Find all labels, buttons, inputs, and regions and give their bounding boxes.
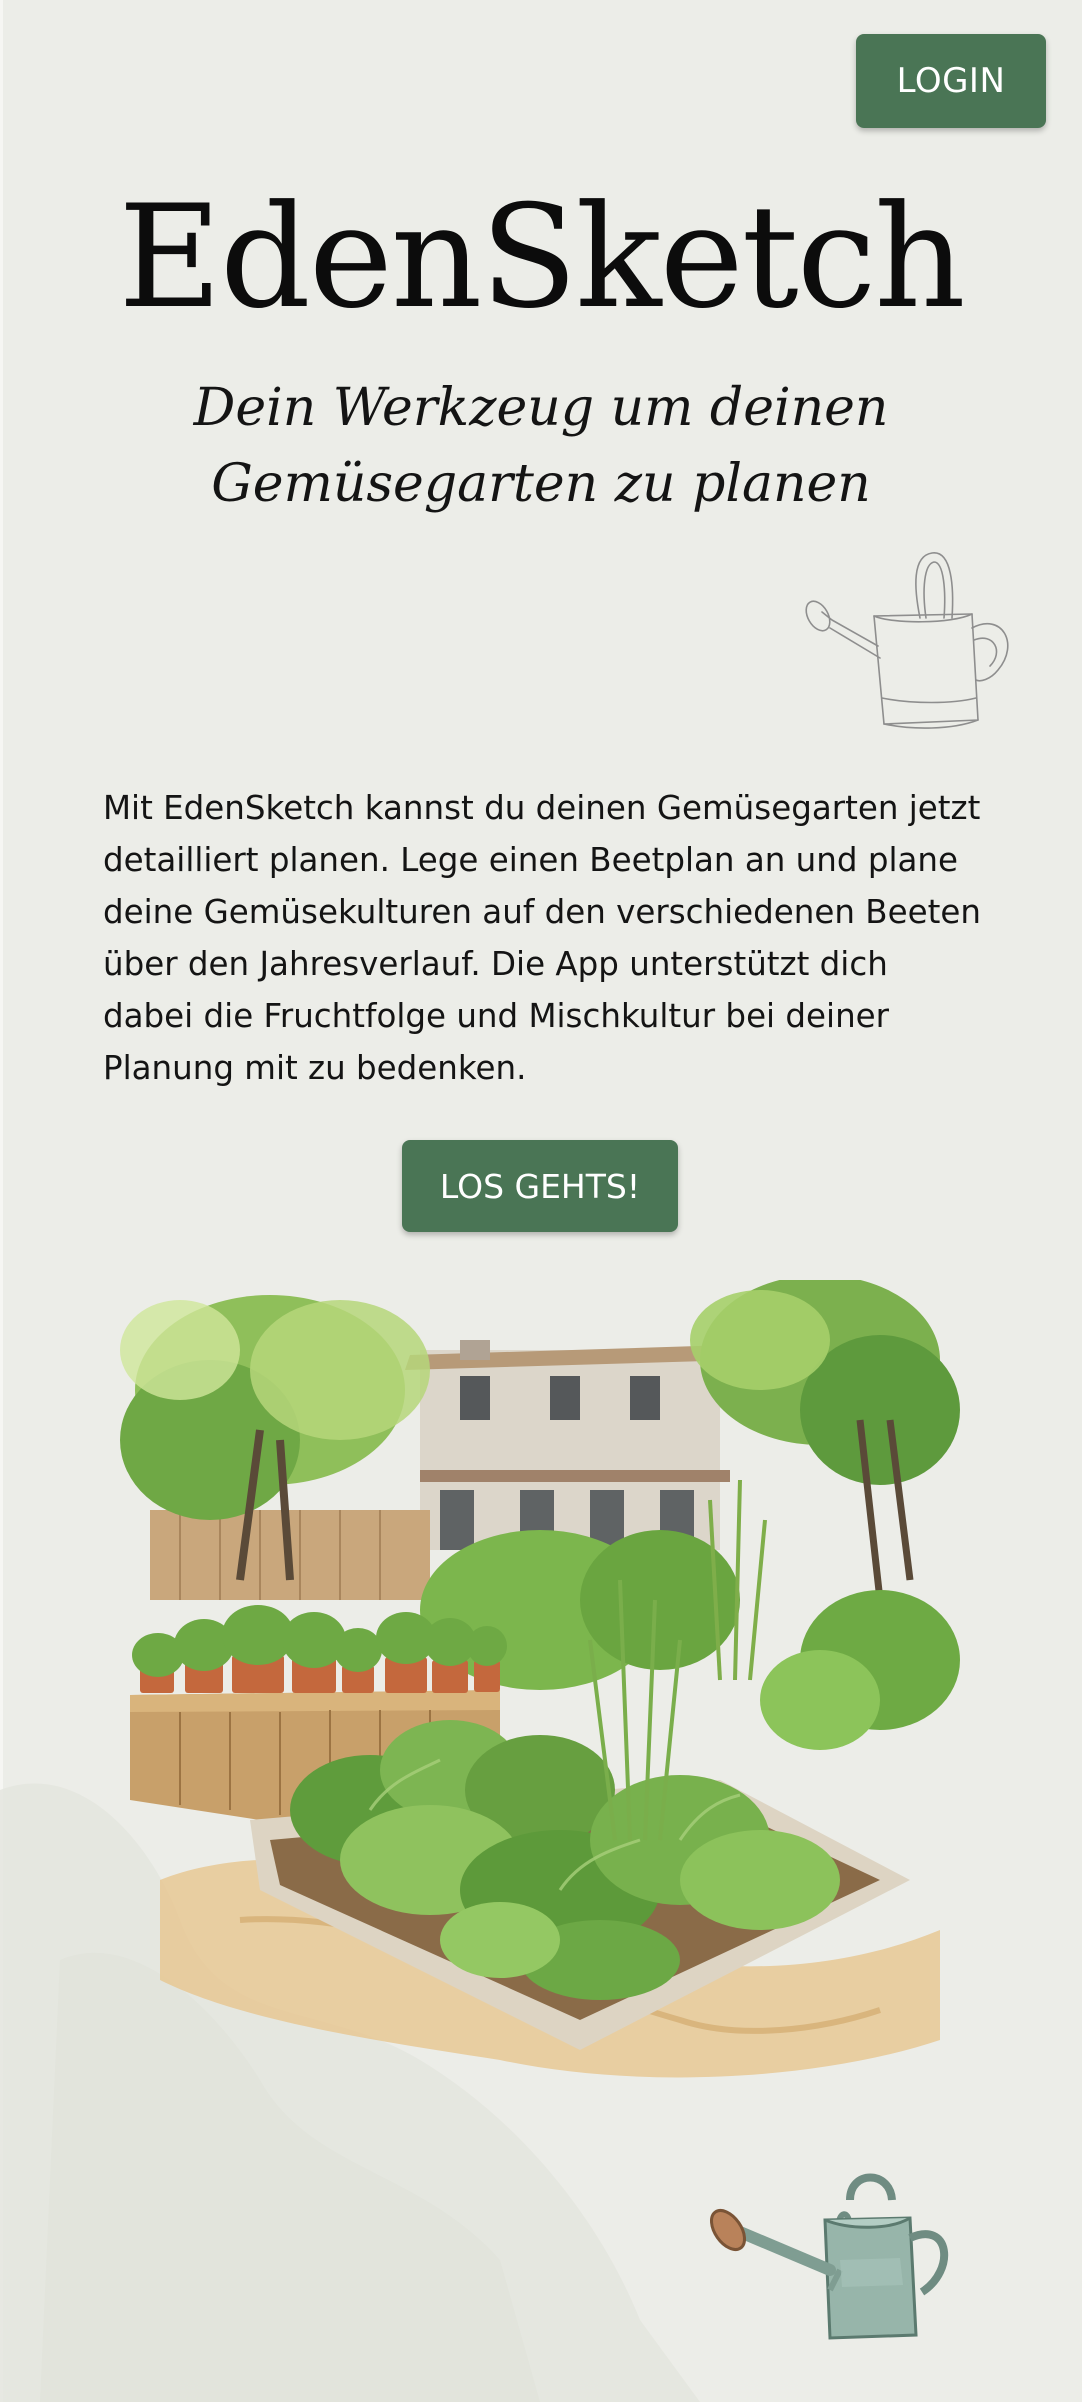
watering-can-icon bbox=[709, 2173, 949, 2340]
lets-go-button[interactable]: LOS GEHTS! bbox=[402, 1140, 678, 1232]
tagline: Dein Werkzeug um deinen Gemüsegarten zu … bbox=[141, 370, 941, 522]
landing-page: LOGIN EdenSketch Dein Werkzeug um deinen… bbox=[0, 0, 1082, 2402]
tagline-line-1: Dein Werkzeug um deinen bbox=[193, 378, 889, 438]
tagline-line-2: Gemüsegarten zu planen bbox=[211, 454, 871, 514]
description: Mit EdenSketch kannst du deinen Gemüsega… bbox=[103, 789, 981, 1087]
app-title: EdenSketch bbox=[118, 175, 965, 340]
login-button[interactable]: LOGIN bbox=[856, 34, 1046, 128]
watering-can-sketch-icon bbox=[805, 552, 1009, 729]
vegetable-garden-illustration bbox=[120, 1280, 960, 2078]
